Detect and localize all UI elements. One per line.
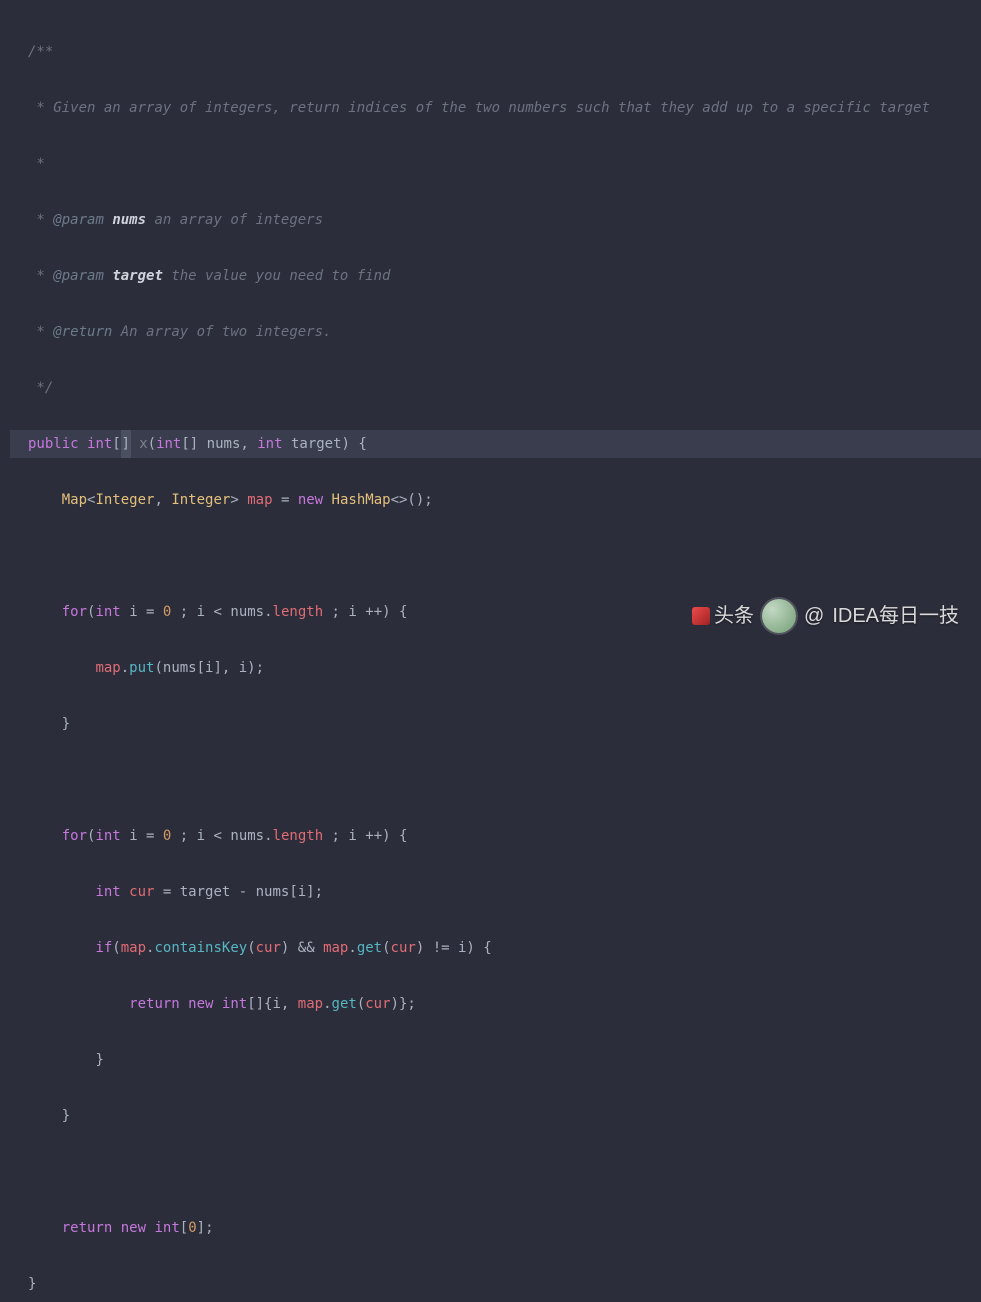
watermark: 头条 @ IDEA每日一技 [692, 599, 959, 633]
comment-desc: * Given an array of integers, return ind… [28, 100, 930, 116]
code-line-active: public int[] x(int[] nums, int target) { [10, 430, 981, 458]
code-line: * @param nums an array of integers [10, 206, 981, 234]
code-line [10, 766, 981, 794]
javadoc-return-desc: An array of two integers. [112, 324, 331, 340]
code-line: } [10, 1102, 981, 1130]
code-line: } [10, 1046, 981, 1074]
code-line: return new int[]{i, map.get(cur)}; [10, 990, 981, 1018]
code-line: * @return An array of two integers. [10, 318, 981, 346]
code-line [10, 542, 981, 570]
comment-blank: * [28, 156, 45, 172]
keyword-return: return [129, 996, 180, 1012]
watermark-brand: 头条 [714, 602, 754, 630]
type-hashmap: HashMap [332, 492, 391, 508]
comment-close: */ [28, 380, 53, 396]
method-name-placeholder: x [139, 436, 147, 452]
code-line: * @param target the value you need to fi… [10, 262, 981, 290]
javadoc-param-name: target [112, 268, 163, 284]
code-line: if(map.containsKey(cur) && map.get(cur) … [10, 934, 981, 962]
method-containskey: containsKey [154, 940, 247, 956]
code-line: * [10, 150, 981, 178]
code-line: map.put(nums[i], i); [10, 654, 981, 682]
javadoc-return-tag: @return [53, 324, 112, 340]
watermark-name: IDEA每日一技 [832, 602, 959, 630]
javadoc-param-tag: @param [53, 268, 104, 284]
prop-length: length [273, 604, 324, 620]
code-line: */ [10, 374, 981, 402]
code-line: for(int i = 0 ; i < nums.length ; i ++) … [10, 822, 981, 850]
code-line: } [10, 710, 981, 738]
ident-cur: cur [129, 884, 154, 900]
method-put: put [129, 660, 154, 676]
keyword-public: public [28, 436, 79, 452]
avatar-icon [762, 599, 796, 633]
code-line: Map<Integer, Integer> map = new HashMap<… [10, 486, 981, 514]
caret-selection: ] [121, 430, 131, 458]
code-line: } [10, 1270, 981, 1298]
code-line: return new int[0]; [10, 1214, 981, 1242]
javadoc-param-tag: @param [53, 212, 104, 228]
keyword-int: int [87, 436, 112, 452]
watermark-badge: 头条 [692, 602, 754, 630]
javadoc-param-name: nums [112, 212, 146, 228]
keyword-if: if [95, 940, 112, 956]
javadoc-param-desc: the value you need to find [163, 268, 391, 284]
watermark-at: @ [804, 602, 824, 630]
code-line: int cur = target - nums[i]; [10, 878, 981, 906]
toutiao-icon [692, 607, 710, 625]
comment-open: /** [28, 44, 53, 60]
code-editor[interactable]: /** * Given an array of integers, return… [0, 0, 981, 1302]
type-map: Map [62, 492, 87, 508]
method-get: get [357, 940, 382, 956]
javadoc-param-desc: an array of integers [146, 212, 323, 228]
code-line [10, 1158, 981, 1186]
code-line: * Given an array of integers, return ind… [10, 94, 981, 122]
code-line: /** [10, 38, 981, 66]
keyword-for: for [62, 604, 87, 620]
